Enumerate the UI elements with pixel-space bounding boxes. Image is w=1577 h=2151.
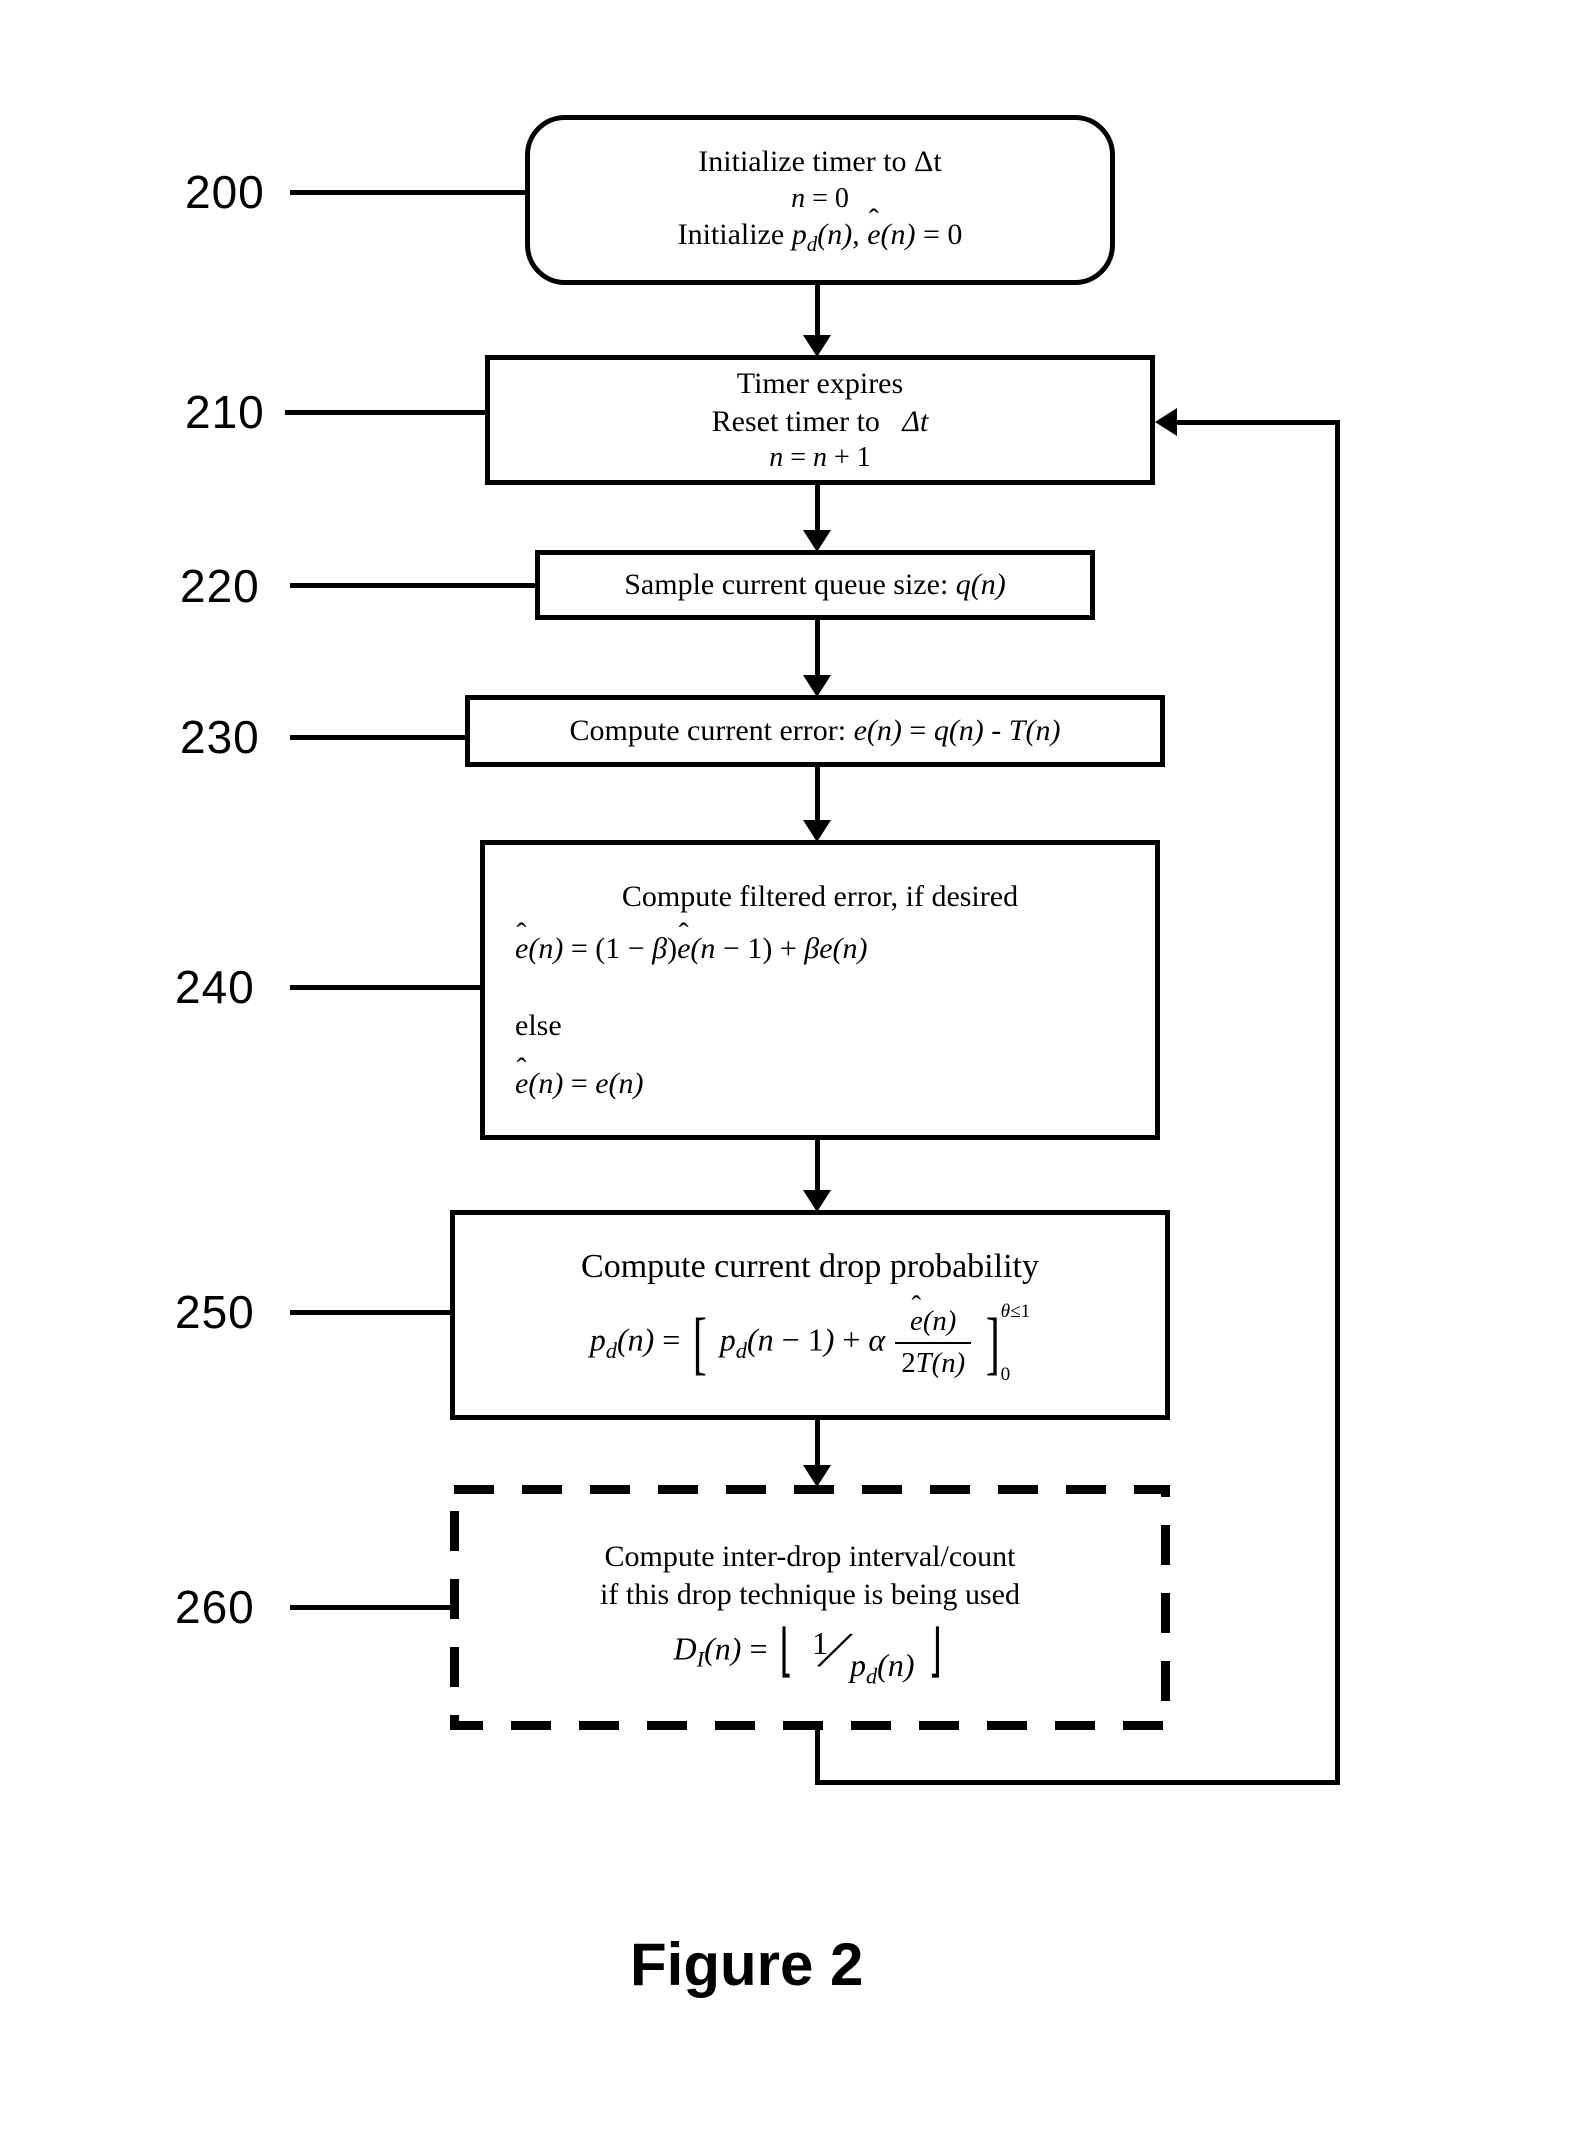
step-230-error: Compute current error: e(n) = q(n) - T(n… <box>465 695 1165 767</box>
step-220-text: Sample current queue size: q(n) <box>624 566 1006 604</box>
arrowhead-200-210 <box>803 335 831 357</box>
step-200-line3: Initialize pd(n), e(n) = 0 <box>678 216 963 257</box>
arrowhead-240-250 <box>803 1190 831 1212</box>
step-230-text: Compute current error: e(n) = q(n) - T(n… <box>570 712 1061 750</box>
step-210-line2: Reset timer to Δt <box>712 403 929 441</box>
arrow-240-250 <box>815 1140 820 1195</box>
feedback-seg-right <box>815 1780 1335 1785</box>
arrow-250-260 <box>815 1420 820 1470</box>
feedback-seg-down <box>815 1730 820 1780</box>
label-230: 230 <box>180 710 260 764</box>
arrowhead-250-260 <box>803 1465 831 1487</box>
step-240-else: else <box>515 1007 562 1045</box>
feedback-seg-left <box>1175 420 1340 425</box>
step-260-inter-drop: Compute inter-drop interval/count if thi… <box>450 1485 1170 1730</box>
arrow-230-240 <box>815 767 820 827</box>
step-200-line2: n = 0 <box>791 181 849 216</box>
label-220: 220 <box>180 559 260 613</box>
leader-230 <box>290 735 465 740</box>
feedback-seg-up <box>1335 420 1340 1785</box>
label-260: 260 <box>175 1580 255 1634</box>
arrowhead-230-240 <box>803 820 831 842</box>
figure-caption: Figure 2 <box>630 1930 863 1999</box>
leader-220 <box>290 583 535 588</box>
step-200-initialize: Initialize timer to Δt n = 0 Initialize … <box>525 115 1115 285</box>
step-240-filtered-error: Compute filtered error, if desired e(n) … <box>480 840 1160 1140</box>
step-240-eq2: e(n) = e(n) <box>515 1065 644 1103</box>
label-200: 200 <box>185 165 265 219</box>
feedback-arrowhead <box>1155 408 1177 436</box>
leader-250 <box>290 1310 450 1315</box>
step-250-drop-probability: Compute current drop probability pd(n) =… <box>450 1210 1170 1420</box>
label-250: 250 <box>175 1285 255 1339</box>
step-210-timer: Timer expires Reset timer to Δt n = n + … <box>485 355 1155 485</box>
leader-210 <box>285 410 485 415</box>
leader-260 <box>290 1605 450 1610</box>
step-240-eq1: e(n) = (1 − β)e(n − 1) + βe(n) <box>515 930 868 968</box>
arrow-220-230 <box>815 620 820 680</box>
arrowhead-210-220 <box>803 530 831 552</box>
step-210-line3: n = n + 1 <box>769 440 871 475</box>
arrow-210-220 <box>815 485 820 535</box>
label-210: 210 <box>185 385 265 439</box>
step-250-line1: Compute current drop probability <box>581 1246 1039 1289</box>
label-240: 240 <box>175 960 255 1014</box>
step-240-line1: Compute filtered error, if desired <box>622 878 1018 916</box>
step-200-line1: Initialize timer to Δt <box>698 143 941 181</box>
arrowhead-220-230 <box>803 675 831 697</box>
flowchart-canvas: 200 210 220 230 240 250 260 Initialize t… <box>0 0 1577 2151</box>
step-220-sample: Sample current queue size: q(n) <box>535 550 1095 620</box>
leader-200 <box>290 190 525 195</box>
arrow-200-210 <box>815 285 820 340</box>
dashed-border-svg <box>450 1485 1170 1730</box>
step-210-line1: Timer expires <box>737 365 903 403</box>
step-250-eq: pd(n) = [ pd(n − 1) + α e(n) 2T(n) ]θ≤10 <box>590 1302 1030 1384</box>
leader-240 <box>290 985 480 990</box>
